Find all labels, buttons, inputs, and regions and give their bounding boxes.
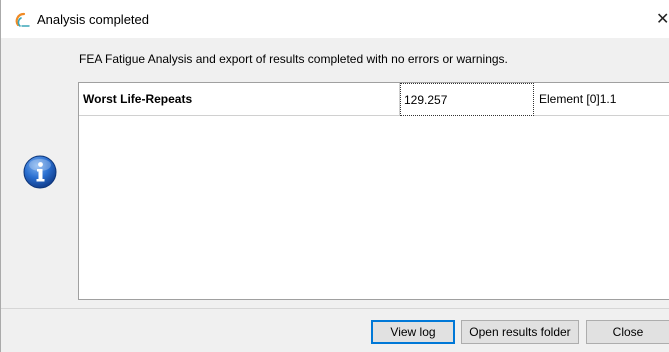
result-value-cell[interactable]: 129.257 [400,83,534,116]
completion-message: FEA Fatigue Analysis and export of resul… [79,52,508,66]
open-results-folder-button[interactable]: Open results folder [461,320,579,344]
analysis-completed-dialog: Analysis completed ✕ FEA Fatigue Analysi… [0,0,669,352]
close-icon[interactable]: ✕ [656,9,669,28]
footer-separator [1,308,669,309]
result-element-cell[interactable]: Element [0]1.1 [534,83,669,116]
window-title: Analysis completed [37,12,149,27]
title-bar: Analysis completed ✕ [1,0,669,38]
app-arc-icon [15,12,30,27]
close-button[interactable]: Close [586,320,669,344]
result-name-cell[interactable]: Worst Life-Repeats [79,83,400,116]
info-icon [23,155,57,189]
table-row[interactable]: Worst Life-Repeats 129.257 Element [0]1.… [79,83,669,117]
results-table: Worst Life-Repeats 129.257 Element [0]1.… [78,82,669,300]
view-log-button[interactable]: View log [371,320,455,344]
